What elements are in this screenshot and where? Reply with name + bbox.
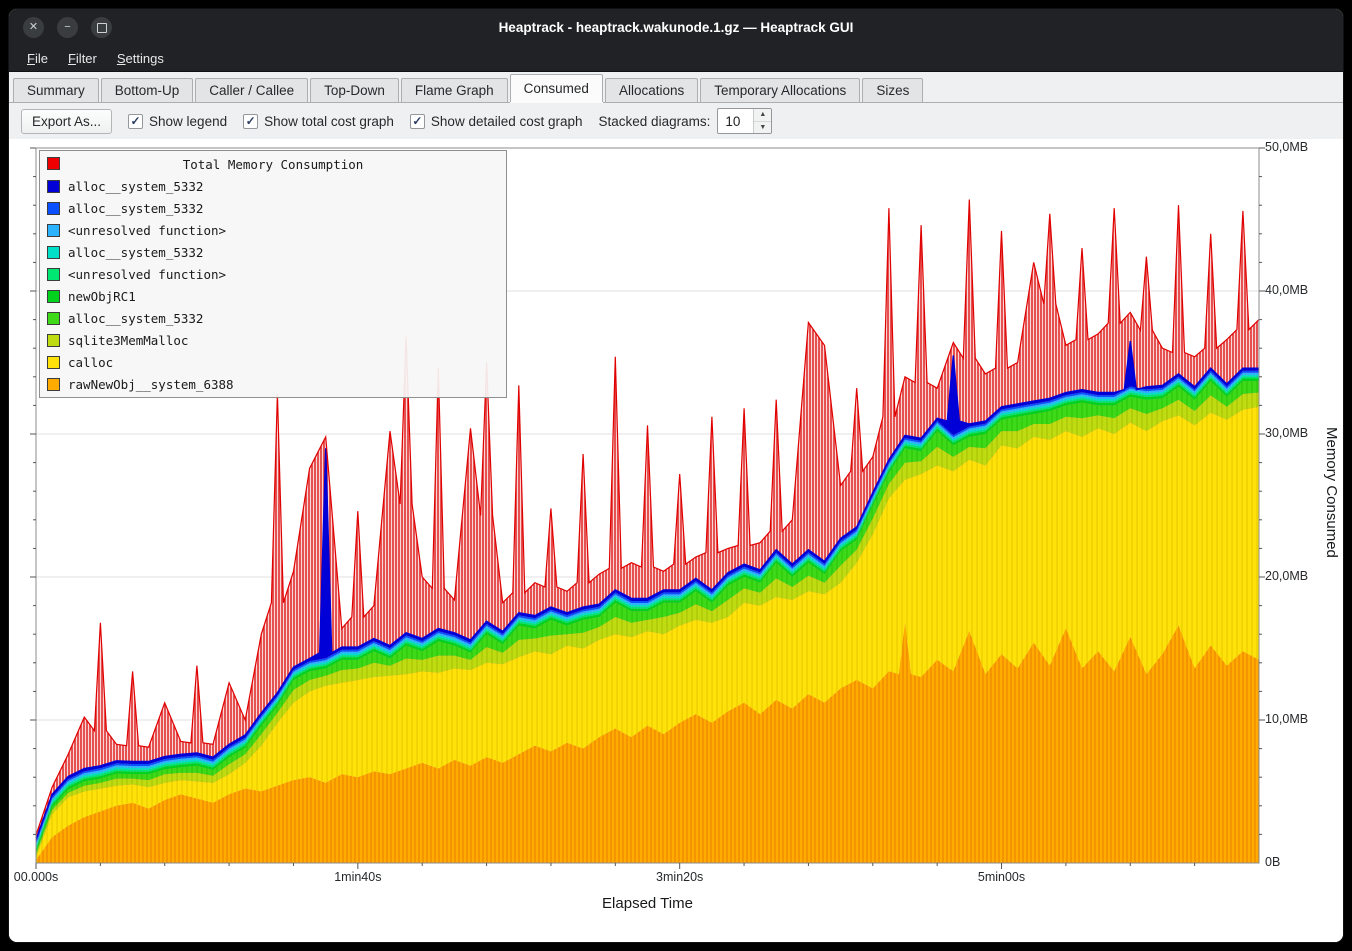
spin-up-icon[interactable]: ▲ xyxy=(754,109,771,122)
maximize-icon xyxy=(97,23,107,33)
legend-swatch xyxy=(47,202,60,215)
legend-swatch xyxy=(47,246,60,259)
tab-bottom-up[interactable]: Bottom-Up xyxy=(101,78,194,102)
y-tick-label: 20,0MB xyxy=(1265,569,1325,583)
checkmark-icon: ✓ xyxy=(243,114,258,129)
tab-summary[interactable]: Summary xyxy=(13,78,99,102)
legend-swatch xyxy=(47,334,60,347)
legend-swatch xyxy=(47,224,60,237)
export-as-button[interactable]: Export As... xyxy=(21,109,112,134)
legend-label: alloc__system_5332 xyxy=(68,179,203,194)
tab-sizes[interactable]: Sizes xyxy=(862,78,923,102)
legend-label: sqlite3MemMalloc xyxy=(68,333,188,348)
x-tick-label: 3min20s xyxy=(635,870,725,884)
spinbox-arrows: ▲ ▼ xyxy=(753,109,771,133)
menu-file[interactable]: File xyxy=(17,48,58,69)
checkbox-label: Show legend xyxy=(149,114,227,129)
y-tick-label: 10,0MB xyxy=(1265,712,1325,726)
x-tick-label: 00.000s xyxy=(9,870,81,884)
stacked-diagrams-group: Stacked diagrams: 10 ▲ ▼ xyxy=(599,108,773,134)
chart-area: Total Memory Consumption alloc__system_53… xyxy=(9,139,1343,942)
y-tick-label: 30,0MB xyxy=(1265,426,1325,440)
window-title: Heaptrack - heaptrack.wakunode.1.gz — He… xyxy=(9,20,1343,35)
legend-label: Total Memory Consumption xyxy=(183,157,364,172)
tabbar: SummaryBottom-UpCaller / CalleeTop-DownF… xyxy=(9,72,1343,103)
legend-label: newObjRC1 xyxy=(68,289,136,304)
x-axis-title: Elapsed Time xyxy=(36,895,1259,912)
legend-item: <unresolved function> xyxy=(40,219,506,241)
minimize-button[interactable]: − xyxy=(57,17,78,38)
legend-swatch xyxy=(47,356,60,369)
tab-consumed[interactable]: Consumed xyxy=(510,74,603,102)
maximize-button[interactable] xyxy=(91,17,112,38)
legend-item: newObjRC1 xyxy=(40,285,506,307)
toolbar: Export As... ✓ Show legend ✓ Show total cos… xyxy=(9,103,1343,139)
legend-item: alloc__system_5332 xyxy=(40,241,506,263)
legend-swatch xyxy=(47,268,60,281)
legend-label: alloc__system_5332 xyxy=(68,245,203,260)
checkbox-show-legend[interactable]: ✓ Show legend xyxy=(128,114,227,129)
checkmark-icon: ✓ xyxy=(128,114,143,129)
legend-swatch xyxy=(47,290,60,303)
close-button[interactable]: ✕ xyxy=(23,17,44,38)
stacked-diagrams-label: Stacked diagrams: xyxy=(599,114,711,129)
checkmark-icon: ✓ xyxy=(410,114,425,129)
legend-item: calloc xyxy=(40,351,506,373)
tab-temporary-allocations[interactable]: Temporary Allocations xyxy=(700,78,860,102)
y-axis-title: Memory Consumed xyxy=(1323,427,1340,558)
legend-swatch xyxy=(47,312,60,325)
legend-label: rawNewObj__system_6388 xyxy=(68,377,234,392)
legend-label: alloc__system_5332 xyxy=(68,311,203,326)
legend-swatch xyxy=(47,378,60,391)
checkbox-label: Show detailed cost graph xyxy=(431,114,583,129)
chart-legend: Total Memory Consumption alloc__system_53… xyxy=(39,150,507,398)
x-tick-label: 1min40s xyxy=(313,870,403,884)
legend-label: calloc xyxy=(68,355,113,370)
tab-allocations[interactable]: Allocations xyxy=(605,78,698,102)
heaptrack-window: ✕− Heaptrack - heaptrack.wakunode.1.gz —… xyxy=(8,8,1344,943)
y-tick-label: 0B xyxy=(1265,855,1325,869)
tab-caller-callee[interactable]: Caller / Callee xyxy=(195,78,308,102)
legend-item: alloc__system_5332 xyxy=(40,197,506,219)
checkbox-show-detailed-cost-graph[interactable]: ✓ Show detailed cost graph xyxy=(410,114,583,129)
menu-settings[interactable]: Settings xyxy=(107,48,174,69)
legend-item: <unresolved function> xyxy=(40,263,506,285)
menu-filter[interactable]: Filter xyxy=(58,48,107,69)
x-tick-label: 5min00s xyxy=(957,870,1047,884)
legend-label: alloc__system_5332 xyxy=(68,201,203,216)
spin-down-icon[interactable]: ▼ xyxy=(754,122,771,134)
legend-label: <unresolved function> xyxy=(68,267,226,282)
legend-item: rawNewObj__system_6388 xyxy=(40,373,506,395)
stacked-diagrams-spinbox[interactable]: 10 ▲ ▼ xyxy=(717,108,772,134)
titlebar: ✕− Heaptrack - heaptrack.wakunode.1.gz —… xyxy=(9,9,1343,46)
legend-item: alloc__system_5332 xyxy=(40,175,506,197)
y-tick-label: 40,0MB xyxy=(1265,283,1325,297)
y-tick-label: 50,0MB xyxy=(1265,140,1325,154)
menubar: FileFilterSettings xyxy=(9,46,1343,72)
legend-swatch xyxy=(47,180,60,193)
tab-flame-graph[interactable]: Flame Graph xyxy=(401,78,508,102)
checkbox-label: Show total cost graph xyxy=(264,114,394,129)
legend-swatch xyxy=(47,157,60,170)
legend-item: alloc__system_5332 xyxy=(40,307,506,329)
legend-label: <unresolved function> xyxy=(68,223,226,238)
stacked-diagrams-value[interactable]: 10 xyxy=(718,109,753,133)
legend-title-row: Total Memory Consumption xyxy=(40,153,506,175)
checkbox-show-total-cost-graph[interactable]: ✓ Show total cost graph xyxy=(243,114,394,129)
tab-top-down[interactable]: Top-Down xyxy=(310,78,399,102)
window-buttons: ✕− xyxy=(23,9,112,46)
checkbox-container: ✓ Show legend ✓ Show total cost graph ✓ Show … xyxy=(128,114,583,129)
legend-item: sqlite3MemMalloc xyxy=(40,329,506,351)
